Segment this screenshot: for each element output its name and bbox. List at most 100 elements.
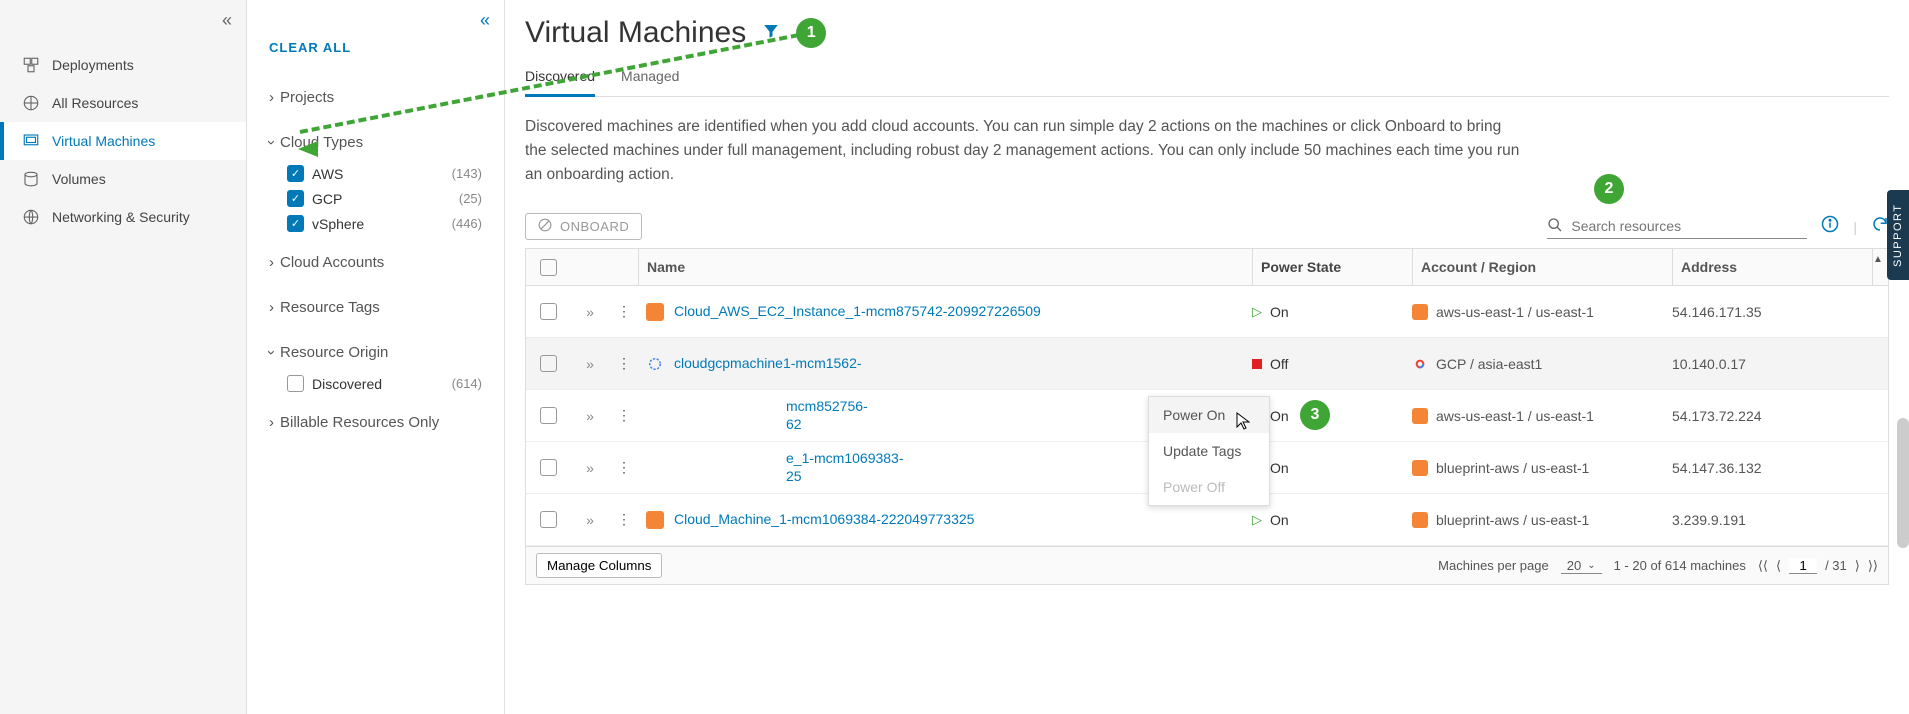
- checkbox-icon: ✓: [287, 215, 304, 232]
- menu-item-power-on[interactable]: Power On: [1149, 397, 1269, 433]
- network-icon: [22, 208, 40, 226]
- menu-item-update-tags[interactable]: Update Tags: [1149, 433, 1269, 469]
- nav-label: Networking & Security: [52, 209, 190, 225]
- vm-name-link[interactable]: Cloud_AWS_EC2_Instance_1-mcm875742-20992…: [674, 303, 1041, 321]
- annotation-badge-3: 3: [1300, 400, 1330, 430]
- filter-group-resource-origin[interactable]: › Resource Origin: [269, 334, 482, 371]
- nav-item-all-resources[interactable]: All Resources: [0, 84, 246, 122]
- vm-name-link[interactable]: Cloud_Machine_1-mcm1069384-222049773325: [674, 511, 974, 529]
- filter-group-cloud-accounts[interactable]: › Cloud Accounts: [269, 244, 482, 281]
- tab-managed[interactable]: Managed: [621, 62, 679, 96]
- row-checkbox[interactable]: [540, 303, 557, 320]
- search-input[interactable]: [1571, 218, 1807, 234]
- page-title: Virtual Machines: [525, 16, 746, 50]
- account-region: aws-us-east-1 / us-east-1: [1436, 408, 1594, 424]
- filter-option-gcp[interactable]: ✓ GCP (25): [287, 186, 482, 211]
- filter-option-discovered[interactable]: Discovered (614): [287, 371, 482, 396]
- aws-icon: [1412, 408, 1428, 424]
- filter-icon[interactable]: [762, 22, 780, 45]
- manage-columns-button[interactable]: Manage Columns: [536, 553, 662, 578]
- vm-name-link[interactable]: mcm852756-62: [786, 398, 868, 433]
- clear-all-button[interactable]: CLEAR ALL: [247, 40, 504, 75]
- chevron-down-icon: ⌄: [1587, 560, 1595, 571]
- nav-item-networking-security[interactable]: Networking & Security: [0, 198, 246, 236]
- row-expand-button[interactable]: »: [570, 512, 610, 528]
- page-size-select[interactable]: 20 ⌄: [1561, 558, 1602, 574]
- chevron-down-icon: ›: [263, 350, 280, 355]
- row-expand-button[interactable]: »: [570, 460, 610, 476]
- page-total: / 31: [1825, 558, 1847, 573]
- row-actions-button[interactable]: ⋮: [610, 303, 638, 320]
- support-tab[interactable]: SUPPORT: [1887, 190, 1909, 280]
- onboard-button[interactable]: ONBOARD: [525, 213, 642, 240]
- first-page-button[interactable]: ⟨⟨: [1758, 558, 1768, 574]
- filter-group-resource-tags[interactable]: › Resource Tags: [269, 289, 482, 326]
- left-nav: « Deployments All Resources Virtual Mach…: [0, 0, 247, 714]
- address: 10.140.0.17: [1672, 356, 1872, 372]
- aws-icon: [1412, 512, 1428, 528]
- row-checkbox[interactable]: [540, 511, 557, 528]
- row-actions-button[interactable]: ⋮: [610, 511, 638, 528]
- filter-label: Billable Resources Only: [280, 414, 439, 431]
- row-expand-button[interactable]: »: [570, 408, 610, 424]
- row-actions-button[interactable]: ⋮: [610, 407, 638, 424]
- tab-discovered[interactable]: Discovered: [525, 62, 595, 97]
- vm-name-link[interactable]: cloudgcpmachine1-mcm1562-: [674, 355, 862, 373]
- col-header-address[interactable]: Address: [1672, 249, 1872, 285]
- filter-option-vsphere[interactable]: ✓ vSphere (446): [287, 211, 482, 236]
- nav-item-deployments[interactable]: Deployments: [0, 46, 246, 84]
- prev-page-button[interactable]: ⟨: [1776, 558, 1781, 574]
- chevron-down-icon: ›: [263, 140, 280, 145]
- row-checkbox[interactable]: [540, 459, 557, 476]
- row-actions-button[interactable]: ⋮: [610, 355, 638, 372]
- filter-option-label: GCP: [312, 191, 342, 207]
- row-actions-button[interactable]: ⋮: [610, 459, 638, 476]
- col-resize-handle[interactable]: ▲: [1872, 249, 1888, 285]
- account-region: aws-us-east-1 / us-east-1: [1436, 304, 1594, 320]
- block-icon: [538, 218, 552, 235]
- search-box[interactable]: [1547, 215, 1807, 239]
- account-region: GCP / asia-east1: [1436, 356, 1542, 372]
- account-region: blueprint-aws / us-east-1: [1436, 460, 1589, 476]
- last-page-button[interactable]: ⟩⟩: [1868, 558, 1878, 574]
- checkbox-icon: ✓: [287, 190, 304, 207]
- next-page-button[interactable]: ⟩: [1855, 558, 1860, 574]
- filter-option-label: AWS: [312, 166, 343, 182]
- filter-label: Projects: [280, 89, 334, 106]
- filter-group-cloud-types[interactable]: › Cloud Types: [269, 124, 482, 161]
- filters-collapse-button[interactable]: «: [247, 0, 504, 40]
- filter-group-billable[interactable]: › Billable Resources Only: [269, 404, 482, 441]
- col-header-name[interactable]: Name: [638, 249, 1252, 285]
- checkbox-icon: [287, 375, 304, 392]
- chevron-double-left-icon: «: [222, 10, 232, 31]
- address: 3.239.9.191: [1672, 512, 1872, 528]
- chevron-right-icon: ›: [269, 254, 274, 271]
- leftnav-collapse-button[interactable]: «: [0, 0, 246, 40]
- filter-option-aws[interactable]: ✓ AWS (143): [287, 161, 482, 186]
- row-context-menu: Power On Update Tags Power Off: [1148, 396, 1270, 506]
- row-expand-button[interactable]: »: [570, 304, 610, 320]
- page-input[interactable]: [1789, 558, 1817, 574]
- info-icon[interactable]: [1821, 215, 1839, 239]
- power-state: On: [1270, 304, 1289, 320]
- row-expand-button[interactable]: »: [570, 356, 610, 372]
- gcp-icon: [1412, 356, 1428, 372]
- vertical-scrollbar[interactable]: [1897, 418, 1909, 548]
- filter-group-projects[interactable]: › Projects: [269, 79, 482, 116]
- filter-option-label: vSphere: [312, 216, 364, 232]
- chevron-double-left-icon: «: [480, 10, 490, 31]
- filter-option-label: Discovered: [312, 376, 382, 392]
- col-header-account[interactable]: Account / Region: [1412, 249, 1672, 285]
- aws-vm-icon: [646, 511, 664, 529]
- col-header-power[interactable]: Power State: [1252, 249, 1412, 285]
- nav-item-virtual-machines[interactable]: Virtual Machines: [0, 122, 246, 160]
- row-checkbox[interactable]: [540, 355, 557, 372]
- vm-name-link[interactable]: e_1-mcm1069383-25: [786, 450, 904, 485]
- row-checkbox[interactable]: [540, 407, 557, 424]
- annotation-badge-1: 1: [796, 18, 826, 48]
- select-all-checkbox[interactable]: [540, 259, 557, 276]
- annotation-badge-2: 2: [1594, 174, 1624, 204]
- nav-item-volumes[interactable]: Volumes: [0, 160, 246, 198]
- filter-label: Resource Origin: [280, 344, 388, 361]
- resources-icon: [22, 94, 40, 112]
